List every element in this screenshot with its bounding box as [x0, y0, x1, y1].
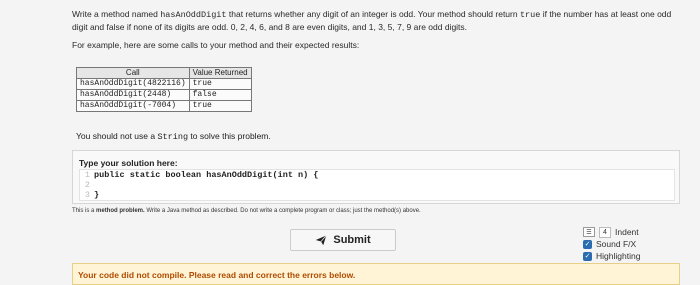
submit-button[interactable]: Submit: [290, 229, 396, 251]
line-number: 3: [84, 190, 90, 200]
code-editor[interactable]: 1 public static boolean hasAnOddDigit(int…: [79, 169, 675, 201]
value-returned-header: Value Returned: [188, 67, 252, 79]
editor-options: ☰ 4 Indent ✓ Sound F/X ✓ Highlighting: [583, 226, 640, 262]
compile-error-banner: Your code did not compile. Please read a…: [72, 263, 680, 285]
true-keyword: true: [519, 10, 541, 20]
indent-icon[interactable]: ☰: [583, 227, 595, 237]
code-text: public static boolean hasAnOddDigit(int …: [94, 170, 319, 180]
highlight-label[interactable]: Highlighting: [596, 251, 640, 261]
solution-label: Type your solution here:: [79, 158, 178, 168]
statement-text-1: Write a method named: [72, 9, 161, 19]
indent-count[interactable]: 4: [599, 226, 611, 238]
table-row: hasAnOddDigit(4822116) true: [76, 78, 252, 90]
examples-intro: For example, here are some calls to your…: [72, 40, 360, 50]
note-text-2: to solve this problem.: [188, 131, 271, 141]
submit-label: Submit: [333, 234, 371, 246]
table-row: hasAnOddDigit(2448) false: [76, 89, 252, 101]
indent-row: ☰ 4 Indent: [583, 226, 640, 238]
solution-panel: Type your solution here: 1 public static …: [72, 150, 680, 204]
line-number: 2: [84, 180, 90, 190]
sound-label[interactable]: Sound F/X: [596, 239, 636, 249]
table-row: hasAnOddDigit(-7004) true: [76, 100, 252, 112]
problem-description: Write a method named hasAnOddDigit that …: [72, 8, 672, 57]
call-header: Call: [76, 67, 190, 79]
problem-statement: Write a method named hasAnOddDigit that …: [72, 8, 672, 33]
indent-label[interactable]: Indent: [615, 227, 639, 237]
desc-rest: Write a Java method as described. Do not…: [144, 208, 421, 214]
sound-row: ✓ Sound F/X: [583, 238, 640, 250]
desc-prefix: This is a: [72, 208, 97, 214]
sound-checkbox[interactable]: ✓: [583, 239, 592, 249]
value-cell: true: [188, 100, 252, 112]
string-keyword: String: [157, 132, 189, 142]
code-line[interactable]: 1 public static boolean hasAnOddDigit(int…: [80, 170, 674, 180]
highlight-row: ✓ Highlighting: [583, 250, 640, 262]
value-cell: false: [188, 89, 252, 101]
statement-text-2: that returns whether any digit of an int…: [226, 9, 520, 19]
line-number: 1: [84, 170, 90, 180]
desc-bold: method problem.: [96, 208, 145, 214]
call-cell: hasAnOddDigit(4822116): [76, 78, 190, 90]
send-icon: [316, 235, 327, 246]
problem-type-note: This is a method problem. Write a Java m…: [72, 208, 421, 214]
call-cell: hasAnOddDigit(2448): [76, 89, 190, 101]
calls-table: Call Value Returned hasAnOddDigit(482211…: [76, 67, 252, 112]
note-text-1: You should not use a: [76, 131, 158, 141]
highlight-checkbox[interactable]: ✓: [583, 251, 592, 261]
code-line[interactable]: 3}: [80, 190, 674, 200]
value-cell: true: [188, 78, 252, 90]
code-line[interactable]: 2: [80, 180, 674, 190]
error-message: Your code did not compile. Please read a…: [78, 270, 356, 280]
method-name: hasAnOddDigit: [160, 10, 227, 20]
call-cell: hasAnOddDigit(-7004): [76, 100, 190, 112]
no-string-note: You should not use a String to solve thi…: [76, 131, 271, 142]
code-text: }: [94, 190, 100, 200]
